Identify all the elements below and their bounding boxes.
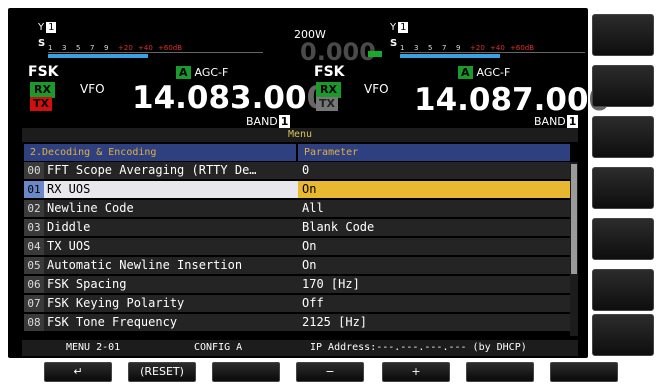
tx-indicator-left: TX [30, 97, 52, 111]
tx-indicator-right: TX [316, 97, 338, 111]
band-label-left: BAND 1 [246, 115, 291, 128]
bottom-function-keys: ↵ (RESET) − + [0, 362, 660, 384]
function-key-3[interactable] [212, 362, 280, 382]
power-indicator [368, 51, 382, 57]
side-softkeys [592, 8, 654, 358]
menu-scrollbar[interactable] [570, 162, 578, 336]
frequency-right: 14.087.000 [414, 82, 610, 118]
side-softkey-2[interactable] [592, 65, 654, 107]
side-softkey-3[interactable] [592, 116, 654, 158]
status-bar: MENU 2-01 CONFIG A IP Address:---.---.--… [22, 340, 578, 356]
frequency-left: 14.083.000 [132, 80, 328, 116]
menu-id: MENU 2-01 [66, 342, 121, 353]
s-label: S [390, 38, 398, 49]
menu-row[interactable]: 08 FSK Tone Frequency 2125 [Hz] [22, 314, 572, 333]
vfo-label-right: VFO [364, 82, 389, 96]
meter-scale: 1 3 5 7 9 +20 +40 +60dB [400, 44, 535, 52]
menu-panel: Menu 2.Decoding & Encoding Parameter 00 … [22, 128, 578, 358]
agc-label-right: A AGC-F [458, 66, 510, 79]
rx-indicator-right: RX [316, 82, 341, 98]
antenna-icon: Y1 [38, 22, 57, 33]
mode-label-left: FSK [28, 64, 59, 80]
power-meter-value: 0.000 [300, 38, 376, 66]
meter-bar [48, 54, 148, 58]
minus-button[interactable]: − [296, 362, 364, 382]
function-key-6[interactable] [466, 362, 534, 382]
group-header: 2.Decoding & Encoding [24, 144, 296, 161]
s-label: S [38, 38, 46, 49]
menu-row-selected[interactable]: 01 RX UOS On [22, 181, 572, 200]
scrollbar-thumb[interactable] [571, 164, 577, 274]
meter-scale: 1 3 5 7 9 +20 +40 +60dB [48, 44, 183, 52]
band-label-right: BAND 1 [534, 115, 579, 128]
radio-screen: Y1 S 1 3 5 7 9 +20 +40 +60dB 200W 0.000 … [0, 0, 660, 389]
return-arrow-icon: ↵ [73, 365, 83, 378]
menu-row[interactable]: 06 FSK Spacing 170 [Hz] [22, 276, 572, 295]
agc-label-left: A AGC-F [176, 66, 228, 79]
reset-button[interactable]: (RESET) [128, 362, 196, 382]
meter-bar [400, 54, 500, 58]
menu-row[interactable]: 05 Automatic Newline Insertion On [22, 257, 572, 276]
menu-row[interactable]: 03 Diddle Blank Code [22, 219, 572, 238]
config-label: CONFIG A [194, 342, 243, 353]
function-key-7[interactable] [550, 362, 618, 382]
side-softkey-6[interactable] [592, 269, 654, 311]
vfo-label-left: VFO [80, 82, 105, 96]
mode-label-right: FSK [314, 64, 345, 80]
side-softkey-5[interactable] [592, 218, 654, 260]
back-button[interactable]: ↵ [44, 362, 112, 382]
menu-row[interactable]: 04 TX UOS On [22, 238, 572, 257]
side-softkey-4[interactable] [592, 167, 654, 209]
parameter-header: Parameter [298, 144, 570, 161]
ip-address: IP Address:---.---.---.--- (by DHCP) [310, 342, 527, 353]
plus-button[interactable]: + [382, 362, 450, 382]
antenna-icon: Y1 [390, 22, 409, 33]
menu-title: Menu [22, 128, 578, 142]
side-softkey-1[interactable] [592, 14, 654, 56]
menu-row[interactable]: 00 FFT Scope Averaging (RTTY De… 0 [22, 162, 572, 181]
menu-row[interactable]: 07 FSK Keying Polarity Off [22, 295, 572, 314]
rx-indicator-left: RX [30, 82, 55, 98]
s-meter-right: Y1 S 1 3 5 7 9 +20 +40 +60dB [390, 22, 590, 60]
s-meter-left: Y1 S 1 3 5 7 9 +20 +40 +60dB [38, 22, 268, 60]
menu-row[interactable]: 02 Newline Code All [22, 200, 572, 219]
side-softkey-7[interactable] [592, 314, 654, 356]
